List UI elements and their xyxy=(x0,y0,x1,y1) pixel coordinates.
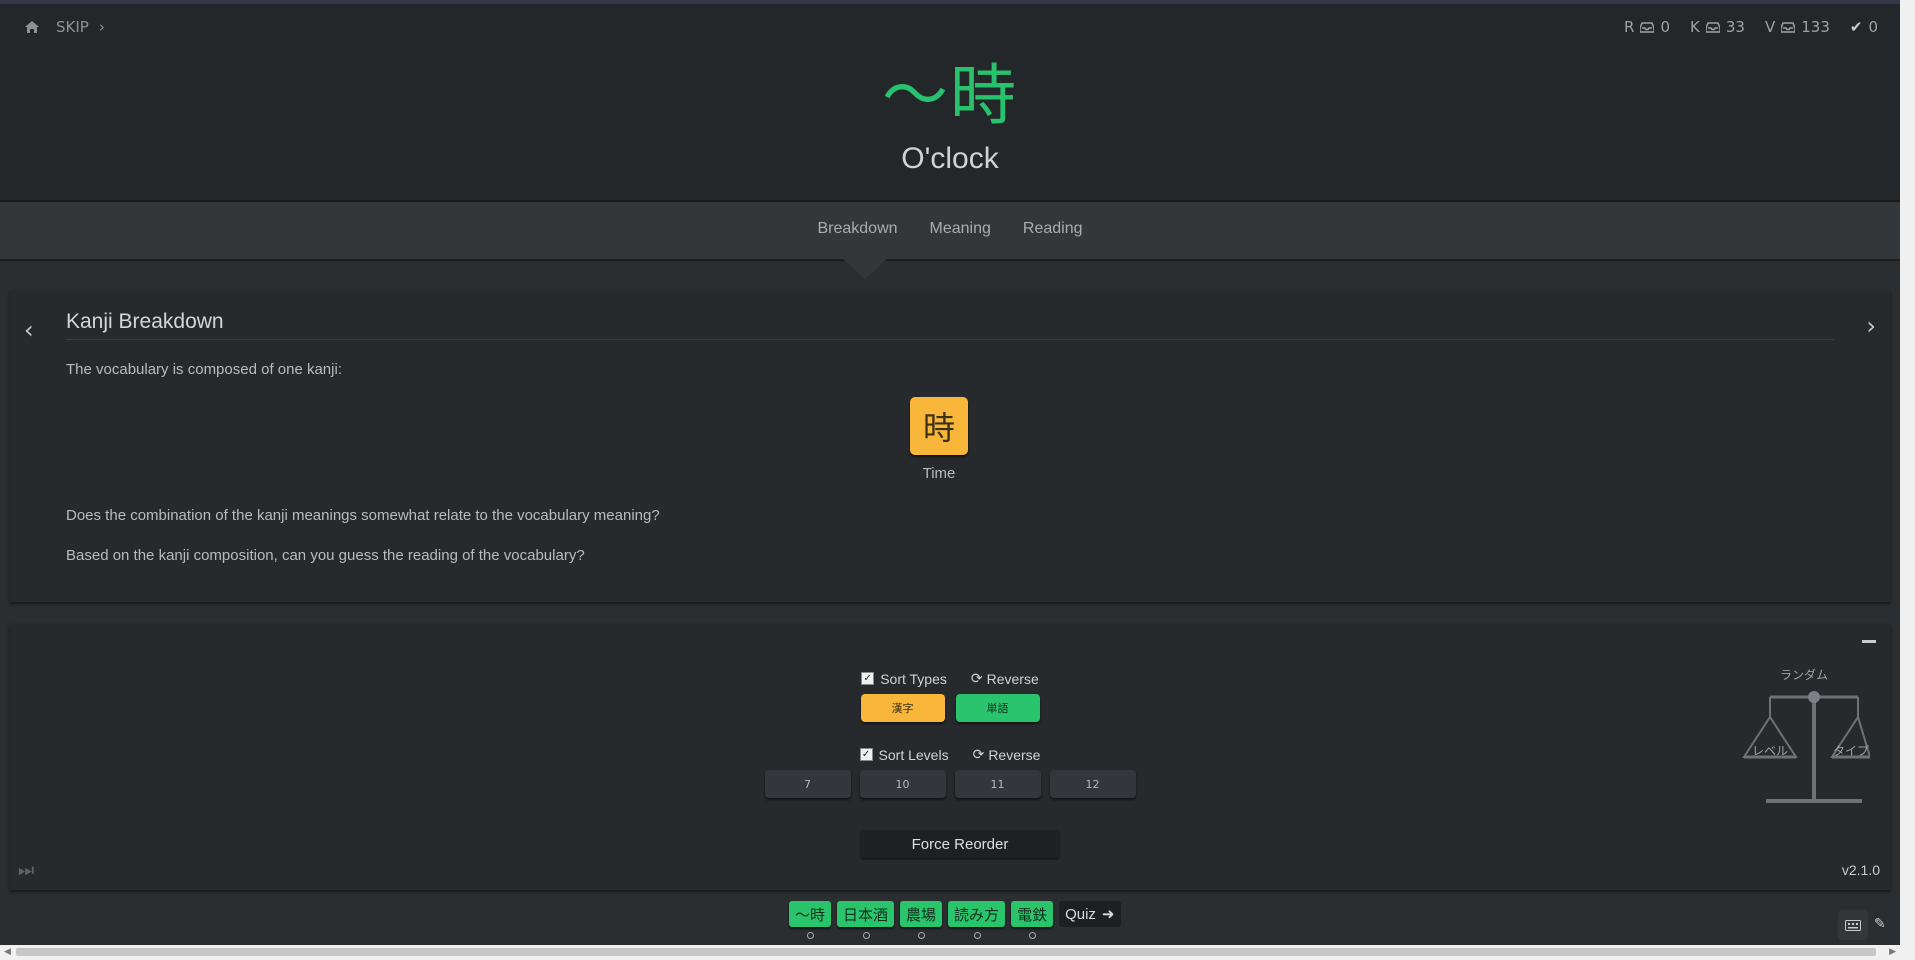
inbox-icon xyxy=(1640,21,1655,33)
scale-right-label: タイプ xyxy=(1833,744,1869,758)
stat-done: ✔ 0 xyxy=(1850,18,1878,36)
scroll-right-icon[interactable]: ▶ xyxy=(1889,947,1896,957)
info-tabs: Breakdown Meaning Reading xyxy=(0,220,1900,238)
inbox-icon xyxy=(1781,21,1796,33)
sort-levels-checkbox[interactable]: ✓ Sort Levels xyxy=(859,746,949,763)
scale-left-label: レベル xyxy=(1752,744,1788,758)
force-reorder-button[interactable]: Force Reorder xyxy=(861,830,1059,858)
stat-kanji: K 33 xyxy=(1690,18,1745,36)
top-nav: SKIP › xyxy=(24,18,105,36)
breakdown-panel: ‹ › Kanji Breakdown The vocabulary is co… xyxy=(10,290,1890,602)
next-arrow-icon[interactable]: › xyxy=(1866,312,1876,340)
reverse-label: Reverse xyxy=(986,670,1039,687)
stat-letter: V xyxy=(1764,18,1776,36)
level-button-11[interactable]: 11 xyxy=(954,770,1041,798)
queue-stats: R 0 K 33 V 133 ✔ 0 xyxy=(1614,18,1878,36)
queue-dot xyxy=(1029,932,1037,939)
queue-item[interactable]: 電鉄 xyxy=(1011,901,1054,939)
inbox-icon xyxy=(1705,21,1720,33)
breakdown-question-1: Does the combination of the kanji meanin… xyxy=(66,507,660,524)
checkbox-checked-icon[interactable]: ✓ xyxy=(861,672,875,685)
type-button-kanji[interactable]: 漢字 xyxy=(860,694,945,722)
type-button-vocab[interactable]: 単語 xyxy=(955,694,1040,722)
reorder-panel: ✓ Sort Types ⟳ Reverse 漢字 単語 ✓ Sort Leve… xyxy=(10,624,1890,890)
stat-letter: K xyxy=(1690,18,1700,36)
queue-item[interactable]: 〜時 xyxy=(789,901,832,939)
tab-reading[interactable]: Reading xyxy=(1023,220,1083,238)
scroll-left-icon[interactable]: ◀ xyxy=(4,947,11,957)
stat-letter: R xyxy=(1624,18,1635,36)
minimize-icon[interactable] xyxy=(1862,640,1876,643)
breakdown-question-2: Based on the kanji composition, can you … xyxy=(66,547,585,564)
scrollbar-thumb[interactable] xyxy=(16,948,1876,956)
level-button-10[interactable]: 10 xyxy=(859,770,946,798)
kanji-meaning: Time xyxy=(922,465,956,482)
info-tabbar: Breakdown Meaning Reading xyxy=(0,202,1900,261)
queue-dot xyxy=(807,932,814,939)
active-tab-pointer xyxy=(843,259,887,279)
level-button-7[interactable]: 7 xyxy=(764,770,851,798)
vocabulary-meaning: O'clock xyxy=(901,142,999,175)
sort-types-checkbox[interactable]: ✓ Sort Types xyxy=(861,670,947,687)
vocabulary-characters: 〜時 xyxy=(882,57,1018,134)
tab-breakdown[interactable]: Breakdown xyxy=(817,220,897,238)
item-header: SKIP › R 0 K 33 V 133 ✔ 0 〜時 O'clock xyxy=(0,4,1900,202)
checkbox-checked-icon[interactable]: ✓ xyxy=(859,748,873,761)
queue-item[interactable]: 日本酒 xyxy=(837,901,895,939)
refresh-icon: ⟳ xyxy=(972,746,985,762)
quiz-label: Quiz xyxy=(1065,905,1096,923)
vertical-scrollbar[interactable] xyxy=(1900,0,1915,960)
version-label: v2.1.0 xyxy=(1841,862,1880,878)
kanji-tile[interactable]: 時 xyxy=(910,397,968,455)
quiz-button[interactable]: Quiz ➜ xyxy=(1059,901,1121,927)
checkbox-label: Sort Levels xyxy=(878,746,949,763)
queue-item-label: 農場 xyxy=(906,905,937,924)
queue-dot xyxy=(973,932,981,939)
keyboard-icon[interactable] xyxy=(1838,910,1868,940)
stat-count: 33 xyxy=(1725,18,1745,36)
priority-scale[interactable]: レベル タイプ xyxy=(1730,679,1870,809)
queue-item-label: 日本酒 xyxy=(843,905,889,924)
stat-vocabulary: V 133 xyxy=(1765,18,1830,36)
queue-item-label: 電鉄 xyxy=(1017,905,1048,924)
pencil-icon[interactable]: ✎ xyxy=(1874,916,1886,932)
level-buttons: 7 10 11 12 xyxy=(10,770,1890,798)
queue-dot xyxy=(918,932,926,939)
checkbox-label: Sort Types xyxy=(880,670,947,687)
skip-button[interactable]: SKIP xyxy=(56,18,89,36)
sort-levels-row: ✓ Sort Levels ⟳ Reverse xyxy=(10,746,1890,763)
breakdown-intro: The vocabulary is composed of one kanji: xyxy=(66,361,342,378)
stat-radicals: R 0 xyxy=(1624,18,1670,36)
done-count: 0 xyxy=(1868,18,1878,36)
arrow-right-icon: ➜ xyxy=(1101,906,1115,923)
previous-arrow-icon[interactable]: ‹ xyxy=(24,316,34,344)
horizontal-scrollbar[interactable]: ◀ ▶ xyxy=(0,945,1900,960)
reverse-types-button[interactable]: ⟳ Reverse xyxy=(971,670,1039,687)
chevron-right-icon[interactable]: › xyxy=(99,18,105,36)
stat-count: 133 xyxy=(1801,18,1830,36)
home-icon[interactable] xyxy=(24,20,40,34)
stat-count: 0 xyxy=(1660,18,1671,36)
queue-item-label: 〜時 xyxy=(795,905,826,924)
review-queue: 〜時 日本酒 農場 読み方 電鉄 Quiz ➜ xyxy=(789,901,1121,939)
sort-types-row: ✓ Sort Types ⟳ Reverse xyxy=(10,670,1890,687)
queue-item-label: 読み方 xyxy=(954,905,1000,924)
title-divider xyxy=(66,339,1834,340)
type-buttons: 漢字 単語 xyxy=(10,694,1890,722)
skip-forward-icon[interactable]: ⏭ xyxy=(18,860,34,881)
queue-item[interactable]: 読み方 xyxy=(948,901,1006,939)
check-icon: ✔ xyxy=(1849,18,1863,36)
reverse-label: Reverse xyxy=(988,746,1041,763)
tab-meaning[interactable]: Meaning xyxy=(930,220,991,238)
queue-dot xyxy=(862,932,870,939)
refresh-icon: ⟳ xyxy=(970,670,983,686)
reverse-levels-button[interactable]: ⟳ Reverse xyxy=(973,746,1041,763)
level-button-12[interactable]: 12 xyxy=(1049,770,1136,798)
queue-item[interactable]: 農場 xyxy=(900,901,943,939)
panel-title: Kanji Breakdown xyxy=(66,310,224,333)
